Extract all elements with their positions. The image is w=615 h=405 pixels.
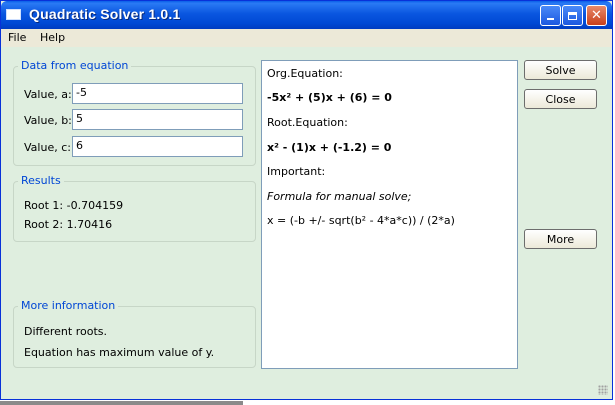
minimize-button[interactable] [540, 5, 561, 26]
maximize-icon [568, 11, 577, 20]
main-window: Quadratic Solver 1.0.1 ✕ File Help Data … [0, 0, 613, 400]
value-b-input[interactable]: 5 [72, 109, 243, 130]
data-group-title: Data from equation [18, 59, 132, 72]
results-group-title: Results [18, 174, 64, 187]
root-1-text: Root 1: -0.704159 [24, 199, 124, 212]
value-c-label: Value, c: [24, 141, 71, 154]
taskbar-segment [0, 401, 243, 405]
root-equation-label: Root.Equation: [267, 116, 348, 129]
formula-text: x = (-b +/- sqrt(b² - 4*a*c)) / (2*a) [267, 214, 455, 227]
formula-label: Formula for manual solve; [267, 190, 412, 203]
taskbar-edge [0, 400, 615, 405]
value-c-input[interactable]: 6 [72, 136, 243, 157]
close-window-button[interactable]: ✕ [586, 5, 607, 26]
org-equation-text: -5x² + (5)x + (6) = 0 [267, 91, 392, 104]
output-panel[interactable]: Org.Equation: -5x² + (5)x + (6) = 0 Root… [261, 60, 518, 369]
info-line-1: Different roots. [24, 325, 107, 338]
minimize-icon [547, 18, 554, 20]
title-bar[interactable]: Quadratic Solver 1.0.1 ✕ [1, 1, 612, 29]
info-group-title: More information [18, 299, 119, 312]
info-line-2: Equation has maximum value of y. [24, 346, 215, 359]
value-b-label: Value, b: [24, 114, 72, 127]
menu-bar: File Help [1, 29, 612, 47]
maximize-button[interactable] [562, 5, 583, 26]
org-equation-label: Org.Equation: [267, 67, 343, 80]
menu-help[interactable]: Help [40, 31, 65, 44]
app-icon [6, 9, 21, 20]
menu-file[interactable]: File [8, 31, 26, 44]
root-2-text: Root 2: 1.70416 [24, 218, 113, 231]
window-title: Quadratic Solver 1.0.1 [29, 6, 181, 22]
solve-button[interactable]: Solve [524, 60, 597, 80]
important-label: Important: [267, 165, 326, 178]
value-a-input[interactable]: -5 [72, 83, 243, 104]
value-a-label: Value, a: [24, 88, 72, 101]
close-icon: ✕ [591, 8, 602, 23]
more-button[interactable]: More [524, 229, 597, 249]
resize-grip[interactable] [598, 385, 608, 395]
close-button[interactable]: Close [524, 89, 597, 109]
root-equation-text: x² - (1)x + (-1.2) = 0 [267, 141, 392, 154]
